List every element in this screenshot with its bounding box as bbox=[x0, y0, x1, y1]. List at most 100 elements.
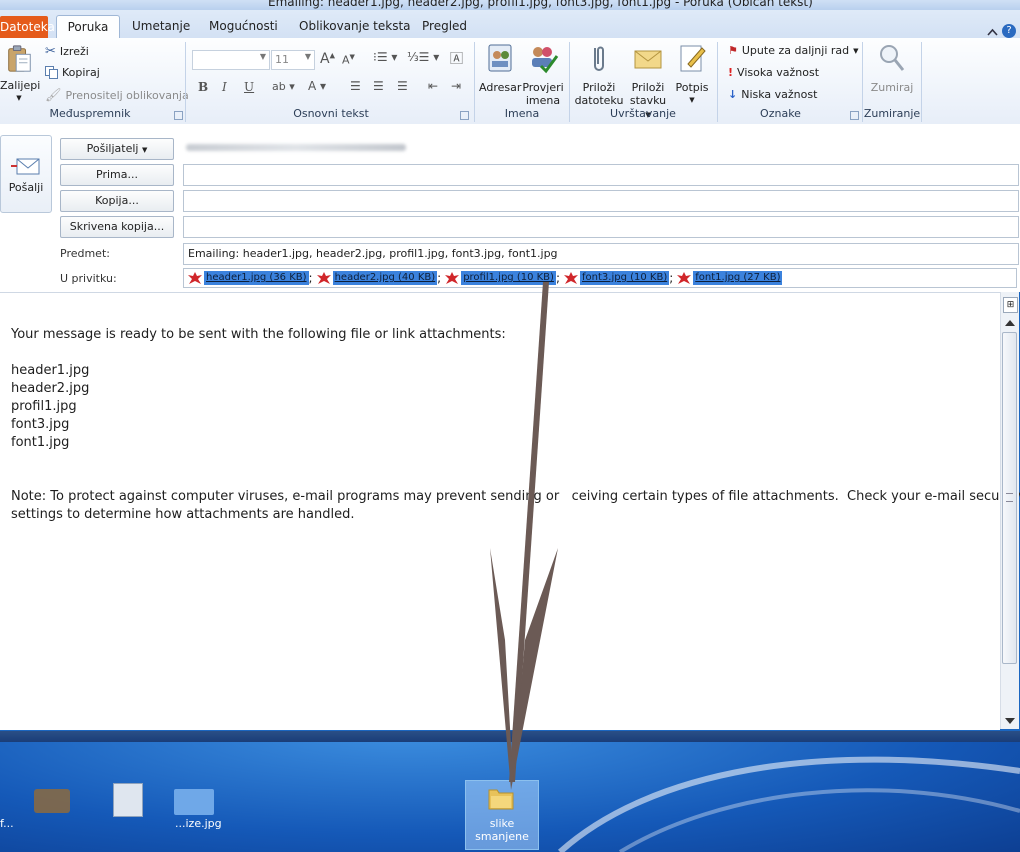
basic-text-launcher-icon[interactable] bbox=[460, 111, 469, 120]
attach-file-button[interactable]: Priloži datoteku bbox=[574, 42, 624, 107]
tab-review[interactable]: Pregled bbox=[420, 15, 469, 38]
zoom-button[interactable]: Zumiraj bbox=[866, 42, 918, 94]
body-file-line: font1.jpg bbox=[11, 435, 70, 450]
body-note-line: settings to determine how attachments ar… bbox=[11, 507, 355, 522]
underline-button[interactable]: U bbox=[244, 80, 254, 94]
increase-indent-icon[interactable]: ⇥ bbox=[451, 79, 461, 93]
bold-button[interactable]: B bbox=[198, 80, 208, 94]
cut-button[interactable]: ✂ Izreži bbox=[45, 44, 89, 59]
scroll-down-icon[interactable] bbox=[1004, 716, 1016, 726]
cc-button[interactable]: Kopija... bbox=[60, 190, 174, 212]
ruler-icon[interactable]: ⊞ bbox=[1003, 297, 1018, 313]
tags-launcher-icon[interactable] bbox=[850, 111, 859, 120]
font-size-value: 11 bbox=[275, 53, 289, 66]
font-color-icon[interactable]: A ▾ bbox=[308, 79, 326, 93]
subject-field[interactable]: Emailing: header1.jpg, header2.jpg, prof… bbox=[183, 243, 1019, 265]
font-size-combo[interactable]: 11 ▼ bbox=[271, 50, 315, 70]
window-title: Emailing: header1.jpg, header2.jpg, prof… bbox=[268, 0, 813, 9]
sender-address-blurred bbox=[186, 144, 406, 151]
image-file-icon bbox=[677, 272, 692, 284]
italic-button[interactable]: I bbox=[222, 80, 227, 94]
help-icon[interactable]: ? bbox=[1002, 24, 1016, 38]
subject-value: Emailing: header1.jpg, header2.jpg, prof… bbox=[188, 247, 558, 260]
grow-font-icon[interactable]: A▲ bbox=[320, 51, 335, 67]
image-file-icon bbox=[188, 272, 202, 284]
follow-up-button[interactable]: ⚑ Upute za daljnji rad ▼ bbox=[728, 44, 859, 57]
font-name-combo[interactable]: ▼ bbox=[192, 50, 270, 70]
clipboard-launcher-icon[interactable] bbox=[174, 111, 183, 120]
scroll-thumb[interactable] bbox=[1002, 332, 1017, 664]
decrease-indent-icon[interactable]: ⇤ bbox=[428, 79, 438, 93]
folder-label-line: slike bbox=[489, 817, 515, 830]
align-center-icon[interactable]: ☰ bbox=[373, 79, 384, 93]
address-book-label: Adresar bbox=[479, 81, 522, 94]
minimize-ribbon-icon[interactable] bbox=[987, 27, 998, 38]
tab-options[interactable]: Mogućnosti bbox=[207, 15, 280, 38]
to-button[interactable]: Prima... bbox=[60, 164, 174, 186]
signature-label: Potpis bbox=[675, 81, 709, 94]
numbering-icon[interactable]: ⅓☰ ▾ bbox=[407, 50, 439, 64]
image-file-icon bbox=[445, 272, 460, 284]
red-flag-icon: ⚑ bbox=[728, 44, 738, 57]
attachment-item[interactable]: header2.jpg (40 KB); bbox=[316, 270, 441, 286]
separator bbox=[921, 42, 922, 122]
attachment-item[interactable]: font3.jpg (10 KB); bbox=[563, 270, 673, 286]
attachment-item[interactable]: font1.jpg (27 KB) bbox=[676, 270, 783, 286]
cc-field[interactable] bbox=[183, 190, 1019, 212]
tab-format-text[interactable]: Oblikovanje teksta bbox=[297, 15, 413, 38]
signature-icon bbox=[680, 45, 706, 72]
body-file-line: profil1.jpg bbox=[11, 399, 77, 414]
tab-file[interactable]: Datoteka bbox=[0, 16, 55, 38]
bcc-button[interactable]: Skrivena kopija... bbox=[60, 216, 174, 238]
desktop-file-icon[interactable] bbox=[113, 783, 143, 817]
shrink-font-icon[interactable]: A▼ bbox=[342, 53, 355, 67]
image-file-icon bbox=[316, 272, 331, 284]
attached-label: U privitku: bbox=[60, 272, 117, 285]
folder-label-line: smanjene bbox=[475, 830, 529, 843]
body-intro: Your message is ready to be sent with th… bbox=[11, 327, 506, 342]
envelope-icon bbox=[634, 50, 662, 69]
check-names-label-1: Provjeri bbox=[522, 81, 564, 94]
signature-button[interactable]: Potpis ▼ bbox=[672, 42, 712, 107]
copy-label: Kopiraj bbox=[62, 66, 100, 79]
bullets-icon[interactable]: ⁝☰ ▾ bbox=[373, 50, 397, 64]
attach-item-label-1: Priloži bbox=[631, 81, 665, 94]
message-body[interactable]: Your message is ready to be sent with th… bbox=[0, 292, 1020, 730]
desktop-icon-label: f... bbox=[0, 817, 14, 830]
tab-insert[interactable]: Umetanje bbox=[130, 15, 192, 38]
address-book-button[interactable]: Adresar bbox=[479, 42, 521, 94]
desktop-file-icon[interactable] bbox=[174, 789, 214, 815]
zoom-label: Zumiraj bbox=[870, 81, 914, 94]
attachments-field[interactable]: header1.jpg (36 KB); header2.jpg (40 KB)… bbox=[183, 268, 1017, 288]
high-importance-button[interactable]: ! Visoka važnost bbox=[728, 66, 819, 79]
bcc-field[interactable] bbox=[183, 216, 1019, 238]
attachment-item[interactable]: profil1.jpg (10 KB); bbox=[444, 270, 560, 286]
format-painter-button[interactable]: 🖌 Prenositelj oblikovanja bbox=[45, 88, 189, 103]
copy-button[interactable]: Kopiraj bbox=[45, 66, 100, 79]
send-button[interactable]: Pošalji bbox=[0, 135, 52, 213]
from-button[interactable]: Pošiljatelj ▼ bbox=[60, 138, 174, 160]
low-importance-button[interactable]: ↓ Niska važnost bbox=[728, 88, 817, 101]
attachment-item[interactable]: header1.jpg (36 KB); bbox=[187, 270, 313, 286]
cut-label: Izreži bbox=[59, 45, 89, 58]
title-bar: Emailing: header1.jpg, header2.jpg, prof… bbox=[0, 0, 1020, 10]
scissors-icon: ✂ bbox=[45, 44, 56, 59]
paste-button[interactable]: Zalijepi ▼ bbox=[0, 44, 40, 105]
align-left-icon[interactable]: ☰ bbox=[350, 79, 361, 93]
paste-icon bbox=[8, 45, 31, 72]
highlight-icon[interactable]: ab ▾ bbox=[272, 80, 295, 93]
scroll-up-icon[interactable] bbox=[1004, 318, 1016, 328]
ribbon-tabs: Datoteka Poruka Umetanje Mogućnosti Obli… bbox=[0, 10, 1020, 39]
body-file-line: header2.jpg bbox=[11, 381, 90, 396]
group-zoom-label: Zumiranje bbox=[863, 107, 921, 120]
attach-file-label-1: Priloži bbox=[582, 81, 616, 94]
clear-formatting-icon[interactable]: 🄰 bbox=[450, 48, 463, 67]
desktop-file-icon[interactable] bbox=[34, 789, 70, 813]
tab-message[interactable]: Poruka bbox=[56, 15, 120, 39]
align-right-icon[interactable]: ☰ bbox=[397, 79, 408, 93]
to-field[interactable] bbox=[183, 164, 1019, 186]
folder-slike-smanjene[interactable]: slike smanjene bbox=[465, 780, 539, 850]
brush-icon: 🖌 bbox=[45, 88, 62, 103]
check-names-button[interactable]: Provjeri imena bbox=[521, 42, 565, 107]
down-arrow-icon: ↓ bbox=[728, 88, 738, 101]
